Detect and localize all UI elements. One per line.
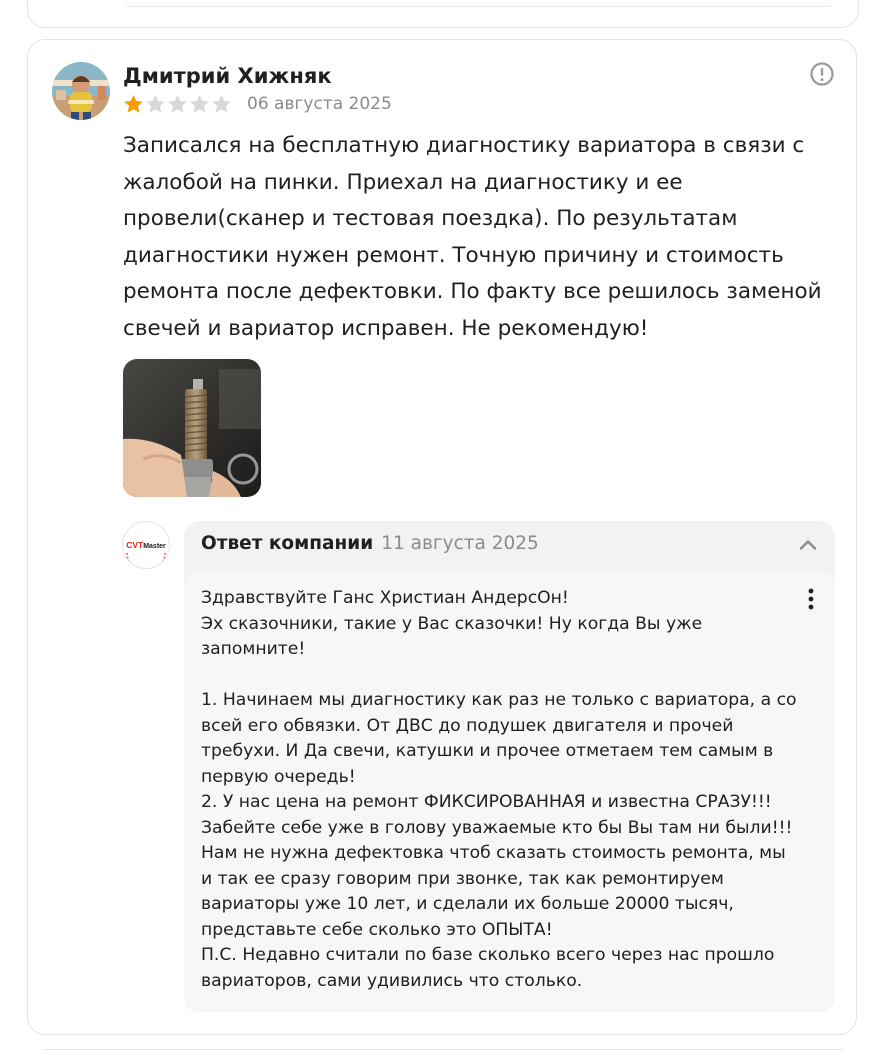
reply-paragraph: Здравствуйте Ганс Христиан АндерсОн! [201,588,569,608]
review-photo[interactable] [123,359,261,497]
bottom-divider [44,1049,842,1050]
review-date: 06 августа 2025 [247,94,392,114]
reply-paragraph: 1. Начинаем мы диагностику как раз не то… [201,690,797,787]
review-text: Записался на бесплатную диагностику вари… [123,133,822,341]
reply-paragraph: 2. У нас цена на ремонт ФИКСИРОВАННАЯ и … [201,792,793,940]
company-reply-text: Здравствуйте Ганс Христиан АндерсОн! Эх с… [201,586,801,994]
star-filled-icon [124,95,143,113]
alert-circle-icon[interactable] [809,61,835,87]
star-empty-icon [146,95,165,113]
author-name[interactable]: Дмитрий Хижняк [123,64,332,88]
author-avatar[interactable] [52,62,110,120]
chevron-up-icon[interactable] [797,534,819,556]
star-empty-icon [212,95,231,113]
reply-paragraph: П.С. Недавно считали по базе сколько все… [201,945,775,991]
more-vertical-icon[interactable] [800,587,822,613]
previous-review-card [27,0,859,28]
company-logo[interactable]: CVTMaster [122,521,170,569]
reply-paragraph: Эх сказочники, такие у Вас сказочки! Ну … [201,613,703,660]
star-empty-icon [190,95,209,113]
star-empty-icon [168,95,187,113]
rating-stars [123,94,232,114]
company-reply-title: Ответ компании [201,533,374,554]
previous-review-divider [124,1,834,7]
company-reply-date: 11 августа 2025 [381,533,539,554]
company-reply-header[interactable]: Ответ компании 11 августа 2025 [201,533,539,554]
svg-text:CVTMaster: CVTMaster [126,540,166,550]
